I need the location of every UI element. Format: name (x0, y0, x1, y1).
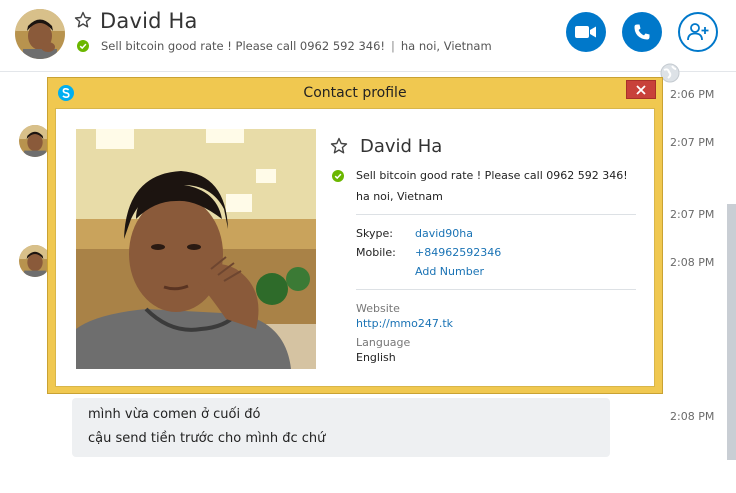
contact-profile-dialog: Contact profile David Ha Sell bitcoin go… (47, 77, 663, 394)
message-text: mình vừa comen ở cuối đó (88, 407, 261, 422)
separator: | (391, 39, 395, 53)
skype-label: Skype: (356, 227, 393, 240)
online-status-icon (77, 39, 89, 52)
contact-name: David Ha (100, 9, 198, 33)
phone-icon (634, 24, 650, 40)
video-call-icon (575, 26, 596, 38)
dialog-body: David Ha Sell bitcoin good rate ! Please… (55, 108, 655, 387)
divider (356, 214, 636, 215)
video-call-button[interactable] (566, 12, 606, 52)
close-button[interactable] (626, 80, 656, 99)
dialog-title: Contact profile (303, 85, 407, 101)
profile-location: ha noi, Vietnam (356, 190, 443, 203)
message-timestamp: 2:08 PM (670, 256, 715, 269)
message-timestamp: 2:07 PM (670, 208, 715, 221)
website-link[interactable]: http://mmo247.tk (356, 317, 453, 330)
language-label: Language (356, 336, 411, 349)
conversation-header: David Ha Sell bitcoin good rate ! Please… (0, 0, 736, 72)
contact-location: ha noi, Vietnam (400, 39, 492, 53)
message-timestamp: 2:06 PM (670, 88, 715, 101)
message-bubble[interactable]: mình vừa comen ở cuối đó cậu send tiền t… (72, 398, 610, 457)
add-contact-icon (687, 23, 709, 41)
message-text: cậu send tiền trước cho mình đc chứ (88, 431, 326, 446)
skype-id: david90ha (415, 227, 473, 240)
add-number-link[interactable]: Add Number (415, 265, 484, 278)
message-timestamp: 2:07 PM (670, 136, 715, 149)
profile-name: David Ha (360, 136, 443, 157)
profile-mood: Sell bitcoin good rate ! Please call 096… (356, 169, 628, 182)
favorite-star-icon[interactable] (74, 11, 92, 29)
profile-photo (76, 129, 316, 369)
contact-mood-location: Sell bitcoin good rate ! Please call 096… (101, 39, 492, 53)
message-timestamp: 2:08 PM (670, 410, 715, 423)
globe-icon (660, 63, 680, 83)
add-contact-button[interactable] (678, 12, 718, 52)
mobile-number-link[interactable]: +84962592346 (415, 246, 501, 259)
online-status-icon (332, 169, 344, 182)
mood-message: Sell bitcoin good rate ! Please call 096… (101, 39, 386, 53)
website-label: Website (356, 302, 400, 315)
dialog-titlebar[interactable]: Contact profile (48, 78, 662, 108)
favorite-star-icon[interactable] (330, 137, 348, 155)
divider (356, 289, 636, 290)
conversation-scrollbar[interactable] (727, 204, 736, 460)
audio-call-button[interactable] (622, 12, 662, 52)
contact-avatar[interactable] (15, 9, 65, 59)
language-value: English (356, 351, 396, 364)
close-icon (636, 84, 646, 95)
mobile-label: Mobile: (356, 246, 396, 259)
